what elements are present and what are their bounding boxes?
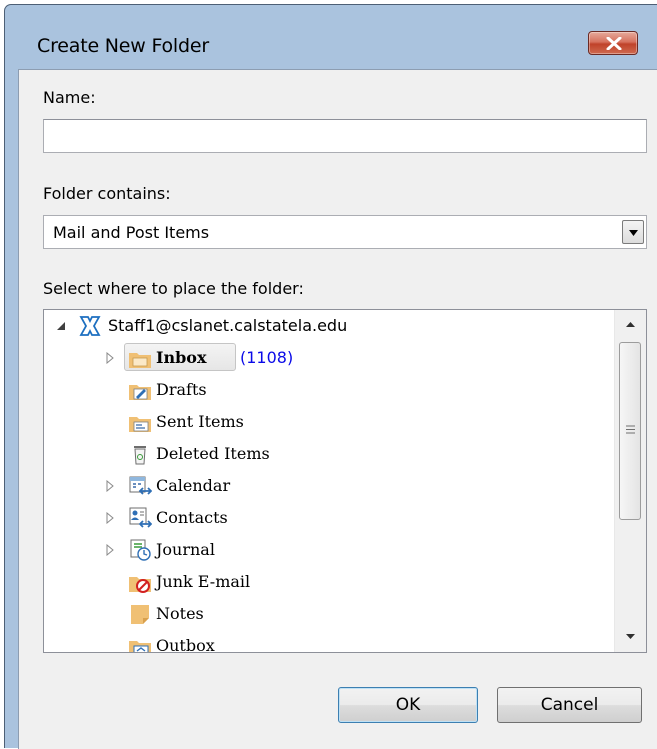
- tree-item-label: Junk E-mail: [156, 572, 251, 591]
- expand-arrow-icon[interactable]: [104, 544, 116, 556]
- scroll-thumb[interactable]: [619, 342, 641, 520]
- expand-arrow-icon[interactable]: [104, 512, 116, 524]
- junk-email-folder-icon: [129, 577, 151, 593]
- tree-scrollbar[interactable]: [614, 310, 646, 652]
- sent-items-folder-icon: [129, 417, 151, 432]
- tree-item-contacts[interactable]: Contacts: [44, 502, 614, 534]
- dialog-title: Create New Folder: [37, 35, 209, 57]
- tree-item-calendar[interactable]: Calendar: [44, 470, 614, 502]
- ok-button[interactable]: OK: [338, 687, 478, 723]
- notes-folder-icon: [131, 605, 149, 624]
- folder-contains-select[interactable]: Mail and Post Items: [43, 215, 647, 249]
- expand-arrow-icon[interactable]: [104, 352, 116, 364]
- calendar-folder-icon: [129, 476, 152, 495]
- tree-item-label: Outbox: [156, 636, 215, 653]
- tree-item-junk-email[interactable]: Junk E-mail: [44, 566, 614, 598]
- tree-item-inbox[interactable]: Inbox (1108): [44, 342, 614, 374]
- close-button[interactable]: [588, 31, 638, 55]
- folder-tree[interactable]: Staff1@cslanet.calstatela.edu Inbox (110…: [43, 309, 647, 653]
- close-icon: [606, 37, 622, 50]
- contacts-folder-icon: [129, 507, 152, 528]
- tree-item-drafts[interactable]: Drafts: [44, 374, 614, 406]
- scroll-down-arrow-icon: [626, 634, 635, 639]
- tree-item-label: Journal: [156, 540, 215, 559]
- tree-item-label: Contacts: [156, 508, 228, 527]
- tree-item-outbox[interactable]: Outbox: [44, 630, 614, 653]
- expand-arrow-icon[interactable]: [104, 480, 116, 492]
- scroll-up-button[interactable]: [615, 310, 646, 340]
- folder-contains-value: Mail and Post Items: [53, 223, 210, 242]
- cancel-button[interactable]: Cancel: [497, 687, 642, 723]
- folder-contains-label: Folder contains:: [43, 184, 171, 203]
- inbox-folder-icon: [129, 353, 151, 368]
- collapse-arrow-icon[interactable]: [55, 320, 67, 332]
- tree-item-sent-items[interactable]: Sent Items: [44, 406, 614, 438]
- folder-name-input[interactable]: [43, 119, 647, 153]
- grip-icon: [626, 425, 635, 434]
- place-folder-label: Select where to place the folder:: [43, 279, 304, 298]
- tree-item-label: Calendar: [156, 476, 231, 495]
- tree-item-journal[interactable]: Journal: [44, 534, 614, 566]
- tree-item-deleted-items[interactable]: Deleted Items: [44, 438, 614, 470]
- chevron-down-icon: [629, 230, 638, 236]
- dropdown-button[interactable]: [622, 220, 644, 244]
- scroll-up-arrow-icon: [626, 322, 635, 327]
- trash-can-icon: [134, 446, 146, 465]
- tree-item-label: Drafts: [156, 380, 207, 399]
- exchange-account-icon: [79, 316, 101, 336]
- name-label: Name:: [43, 88, 96, 107]
- tree-item-label: Sent Items: [156, 412, 244, 431]
- tree-item-label: Inbox: [156, 348, 207, 367]
- unread-count: (1108): [240, 348, 294, 367]
- dialog-window: Create New Folder Name: Folder contains:…: [4, 4, 657, 749]
- scroll-down-button[interactable]: [615, 622, 646, 652]
- tree-item-account[interactable]: Staff1@cslanet.calstatela.edu: [44, 310, 614, 342]
- drafts-folder-icon: [129, 385, 151, 400]
- dialog-body: Name: Folder contains: Mail and Post Ite…: [18, 69, 657, 749]
- outbox-folder-icon: [129, 641, 151, 652]
- tree-item-label: Notes: [156, 604, 204, 623]
- account-label: Staff1@cslanet.calstatela.edu: [108, 316, 348, 335]
- tree-item-label: Deleted Items: [156, 444, 270, 463]
- journal-folder-icon: [130, 539, 151, 561]
- tree-item-notes[interactable]: Notes: [44, 598, 614, 630]
